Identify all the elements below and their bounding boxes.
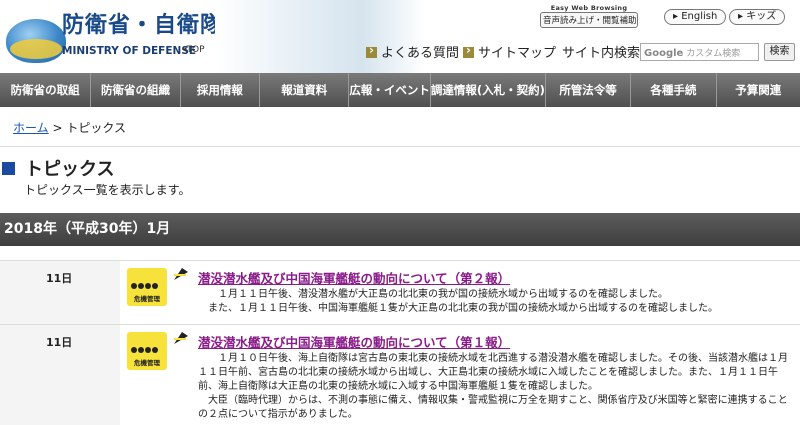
- breadcrumb: ホーム > トピックス: [13, 119, 126, 136]
- news-summary: １月１０日午後、海上自衛隊は宮古島の東北東の接続水域を北西進する潜没潜水艦を確認…: [198, 353, 788, 420]
- nav-item-initiatives[interactable]: 防衛省の取組: [0, 73, 92, 107]
- faq-link[interactable]: よくある質問: [366, 42, 459, 61]
- breadcrumb-current: トピックス: [66, 121, 126, 135]
- nav-item-press-releases[interactable]: 報道資料: [260, 73, 350, 107]
- site-search-label: サイト内検索: [562, 46, 641, 61]
- breadcrumb-home-link[interactable]: ホーム: [13, 121, 49, 135]
- search-input[interactable]: Google カスタム検索: [640, 43, 759, 61]
- page-title-text: トピックス: [25, 159, 115, 180]
- news-title-link[interactable]: 潜没潜水艦及び中国海軍艦艇の動向について（第１報）: [198, 332, 510, 351]
- category-label: 危機管理: [134, 359, 160, 367]
- nav-item-procedures[interactable]: 各種手続: [631, 73, 717, 107]
- english-button[interactable]: ▸ English: [664, 9, 727, 25]
- news-title-link[interactable]: 潜没潜水艦及び中国海軍艦艇の動向について（第２報）: [198, 268, 510, 287]
- sitemap-label: サイトマップ: [478, 46, 557, 61]
- crisis-management-icon: 危機管理: [127, 268, 167, 306]
- global-navigation: 防衛省の取組 防衛省の組織 採用情報 報道資料 広報・イベント 調達情報(入札・…: [0, 73, 800, 107]
- title-square-icon: [2, 162, 15, 175]
- divider: [0, 146, 800, 147]
- english-label: English: [681, 11, 718, 22]
- crisis-management-icon: 危機管理: [127, 332, 167, 370]
- page-description: トピックス一覧を表示します。: [24, 183, 191, 197]
- new-flag-icon: [174, 332, 188, 344]
- nav-item-budget[interactable]: 予算関連: [717, 73, 800, 107]
- header-banner-image: [215, 0, 425, 73]
- accessibility-button[interactable]: 音声読み上げ・閲覧補助: [540, 12, 638, 28]
- arrow-icon: [366, 43, 377, 58]
- news-body: 危機管理 潜没潜水艦及び中国海軍艦艇の動向について（第２報） １月１１日午後、潜…: [120, 261, 800, 324]
- search-placeholder: カスタム検索: [686, 49, 741, 59]
- page-title: トピックス: [2, 155, 114, 181]
- site-header: 防衛省・自衛隊 MINISTRY OF DEFENSE ◂TOP Easy We…: [0, 0, 800, 73]
- ministry-logo[interactable]: 防衛省・自衛隊 MINISTRY OF DEFENSE ◂TOP: [2, 5, 222, 67]
- breadcrumb-separator: >: [48, 121, 67, 135]
- news-date: 11日: [0, 325, 120, 425]
- arrow-icon: [463, 43, 474, 58]
- nav-item-pr-events[interactable]: 広報・イベント: [349, 73, 431, 107]
- faq-label: よくある質問: [381, 46, 460, 61]
- news-list: 11日 危機管理 潜没潜水艦及び中国海軍艦艇の動向について（第２報） １月１１日…: [0, 260, 800, 425]
- month-heading: 2018年（平成30年）1月: [0, 213, 800, 246]
- kids-label: キッズ: [746, 11, 777, 22]
- nav-item-organization[interactable]: 防衛省の組織: [91, 73, 181, 107]
- category-label: 危機管理: [134, 295, 160, 303]
- globe-logo-icon: [6, 19, 66, 63]
- logo-japanese-text: 防衛省・自衛隊: [62, 13, 224, 38]
- sitemap-link[interactable]: サイトマップ: [463, 42, 556, 61]
- new-flag-icon: [174, 268, 188, 280]
- top-link[interactable]: ◂TOP: [182, 45, 205, 55]
- news-date: 11日: [0, 261, 120, 324]
- people-icon: [131, 274, 163, 289]
- logo-english-text: MINISTRY OF DEFENSE: [62, 45, 197, 57]
- easy-web-caption: Easy Web Browsing: [550, 4, 628, 12]
- google-brand-text: Google: [644, 48, 684, 59]
- nav-item-procurement[interactable]: 調達情報(入札・契約): [431, 73, 546, 107]
- easy-web-browsing[interactable]: Easy Web Browsing 音声読み上げ・閲覧補助: [540, 4, 638, 28]
- news-row: 11日 危機管理 潜没潜水艦及び中国海軍艦艇の動向について（第１報） １月１０日…: [0, 324, 800, 425]
- people-icon: [131, 338, 163, 353]
- nav-item-recruitment[interactable]: 採用情報: [181, 73, 261, 107]
- news-summary: １月１１日午後、潜没潜水艦が大正島の北北東の我が国の接続水域から出域するのを確認…: [207, 289, 718, 314]
- news-row: 11日 危機管理 潜没潜水艦及び中国海軍艦艇の動向について（第２報） １月１１日…: [0, 260, 800, 324]
- kids-button[interactable]: ▸ キッズ: [729, 9, 786, 25]
- nav-item-laws[interactable]: 所管法令等: [546, 73, 632, 107]
- search-button[interactable]: 検索: [764, 43, 795, 61]
- news-body: 危機管理 潜没潜水艦及び中国海軍艦艇の動向について（第１報） １月１０日午後、海…: [120, 325, 800, 425]
